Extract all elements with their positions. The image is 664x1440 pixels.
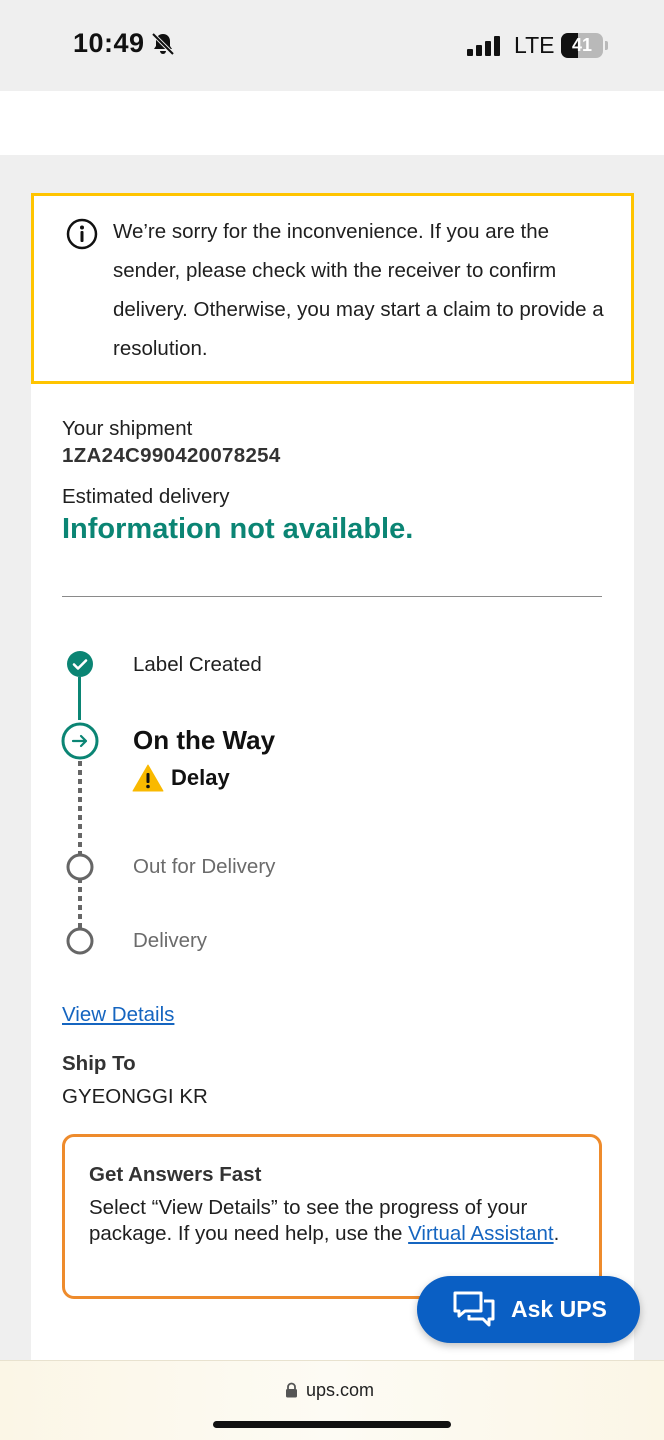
network-label: LTE	[514, 32, 555, 58]
browser-url-bar[interactable]: ups.com	[0, 1360, 664, 1440]
delay-label: Delay	[171, 765, 230, 790]
ask-ups-button[interactable]: Ask UPS	[417, 1276, 640, 1343]
empty-circle-icon	[66, 927, 94, 955]
bell-off-icon	[151, 32, 175, 56]
divider	[62, 596, 602, 597]
tracking-card: We’re sorry for the inconvenience. If yo…	[31, 193, 634, 1363]
ship-to-value: GYEONGGI KR	[62, 1085, 208, 1108]
alert-message: We’re sorry for the inconvenience. If yo…	[113, 220, 604, 360]
status-time: 10:49	[73, 28, 145, 58]
lock-icon	[286, 1382, 297, 1398]
url-text: ups.com	[306, 1380, 375, 1400]
estimated-delivery-label: Estimated delivery	[62, 485, 230, 508]
get-answers-box: Get Answers Fast Select “View Details” t…	[62, 1134, 602, 1299]
answers-body-suffix: .	[553, 1222, 560, 1245]
answers-body: Select “View Details” to see the progres…	[89, 1195, 569, 1247]
home-indicator[interactable]	[213, 1421, 451, 1428]
chat-icon	[453, 1291, 495, 1327]
progress-line-pending	[78, 761, 82, 931]
battery-icon: 41	[561, 33, 608, 58]
battery-level: 41	[571, 35, 593, 55]
ship-to-label: Ship To	[62, 1052, 136, 1075]
status-bar: 10:49 LTE 41	[0, 0, 664, 91]
tracking-number: 1ZA24C990420078254	[62, 444, 281, 467]
delivery-alert: We’re sorry for the inconvenience. If yo…	[31, 193, 634, 384]
header-band	[0, 91, 664, 155]
view-details-link[interactable]: View Details	[62, 1003, 174, 1027]
ask-ups-label: Ask UPS	[511, 1296, 607, 1322]
arrow-right-circle-icon	[61, 722, 99, 760]
warning-icon	[132, 764, 164, 792]
empty-circle-icon	[66, 853, 94, 881]
step-delivery: Delivery	[133, 929, 208, 952]
signal-icon	[467, 36, 500, 56]
virtual-assistant-link[interactable]: Virtual Assistant	[408, 1222, 553, 1245]
answers-title: Get Answers Fast	[89, 1163, 262, 1186]
progress-line-complete	[78, 677, 81, 720]
step-on-the-way: On the Way	[133, 725, 276, 755]
shipment-label: Your shipment	[62, 417, 193, 440]
info-icon	[66, 218, 98, 250]
step-label-created: Label Created	[133, 653, 262, 676]
estimated-delivery-value: Information not available.	[62, 513, 414, 545]
check-circle-icon	[67, 651, 93, 677]
step-out-for-delivery: Out for Delivery	[133, 855, 276, 878]
